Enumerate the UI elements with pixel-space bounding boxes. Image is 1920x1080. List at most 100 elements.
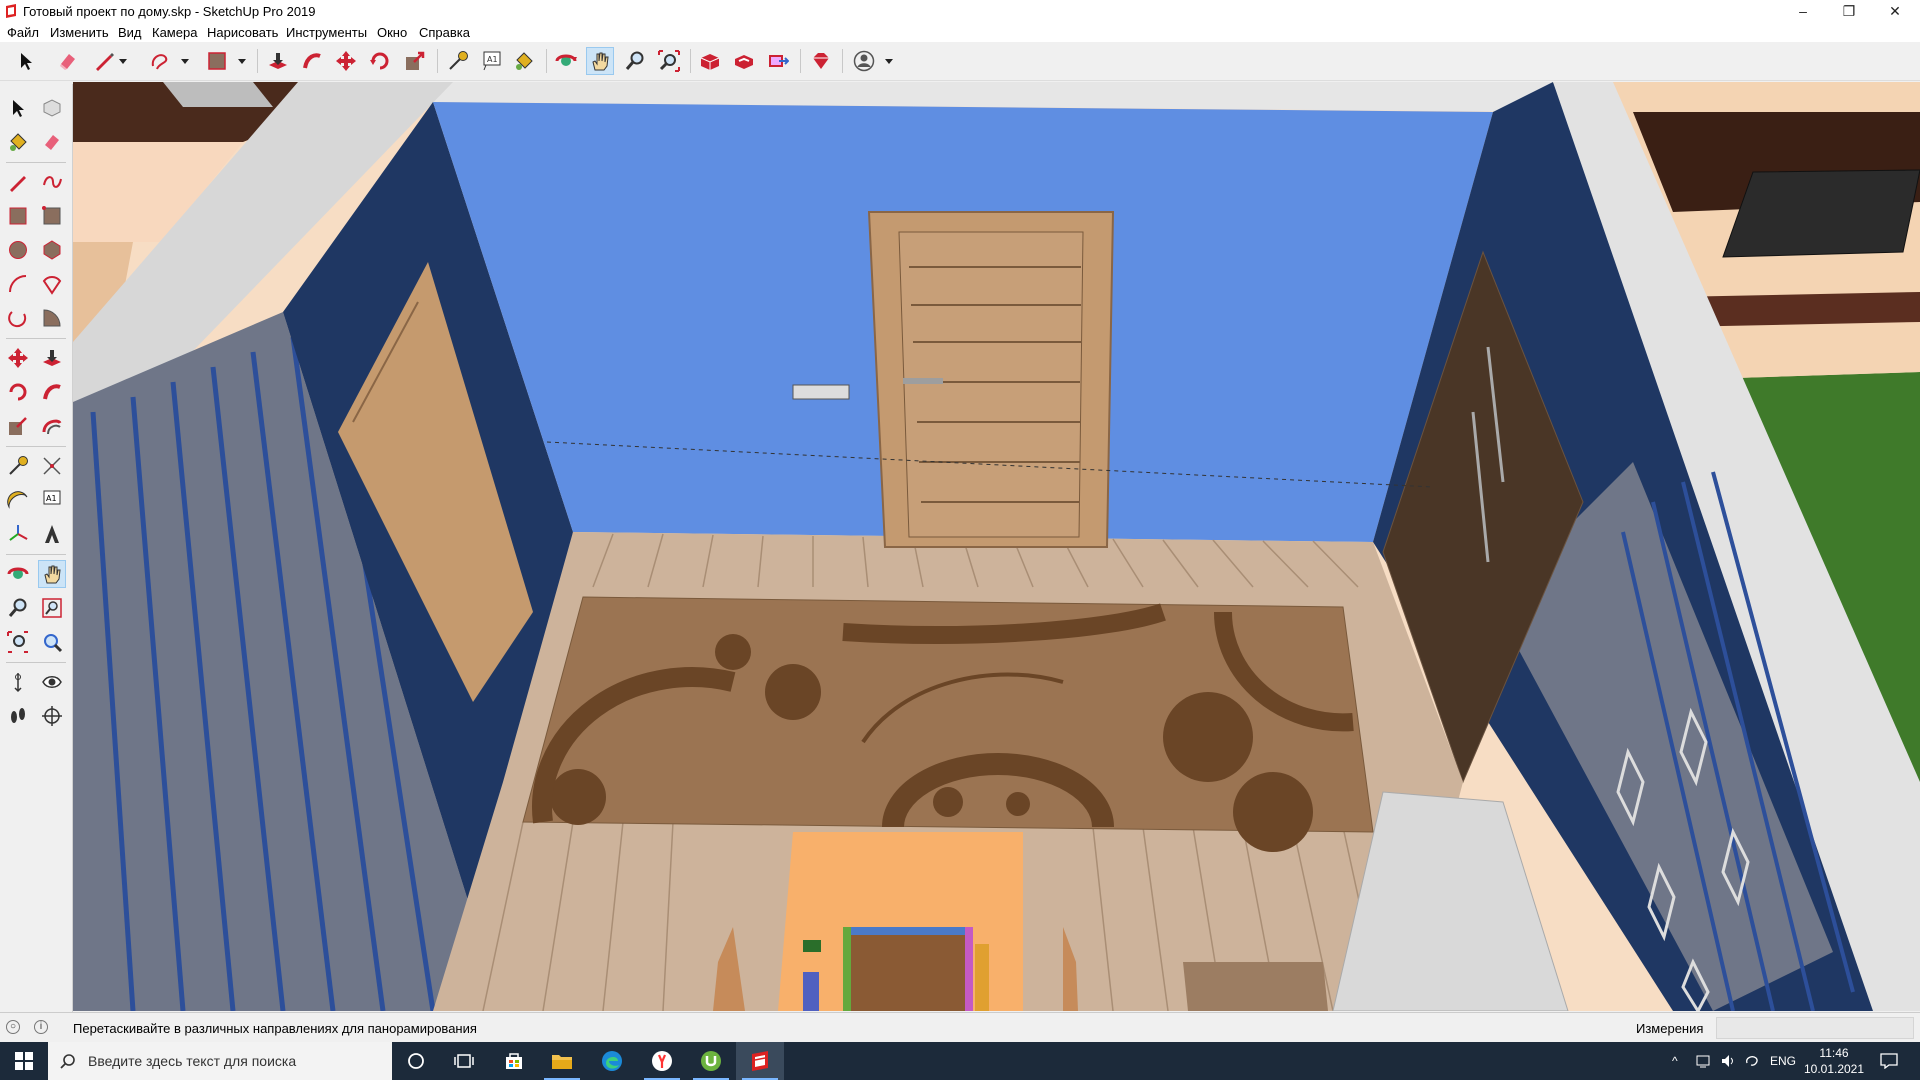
component-icon[interactable] xyxy=(38,94,66,122)
store-icon[interactable] xyxy=(490,1042,538,1080)
text-icon[interactable]: A1 xyxy=(478,47,506,75)
tray-overflow-icon[interactable]: ^ xyxy=(1672,1054,1678,1068)
notifications-icon[interactable] xyxy=(1880,1053,1898,1069)
eraser-icon[interactable] xyxy=(54,47,82,75)
taskbar-search[interactable]: Введите здесь текст для поиска xyxy=(48,1042,392,1080)
language-switch-icon[interactable] xyxy=(1744,1054,1760,1068)
utorrent-icon[interactable] xyxy=(687,1042,735,1080)
zoom-extents-icon[interactable] xyxy=(4,628,32,656)
cortana-icon[interactable] xyxy=(392,1042,440,1080)
toolbar-separator xyxy=(257,49,258,73)
zoom-extents-icon[interactable] xyxy=(655,47,683,75)
protractor-icon[interactable] xyxy=(4,486,32,514)
dropdown-icon[interactable] xyxy=(178,47,192,75)
pan-icon[interactable] xyxy=(38,560,66,588)
paint-bucket-icon[interactable] xyxy=(510,47,538,75)
info-icon[interactable]: i xyxy=(34,1020,48,1034)
extension-warehouse-icon[interactable] xyxy=(730,47,758,75)
yandex-browser-icon[interactable] xyxy=(638,1042,686,1080)
menu-view[interactable]: Вид xyxy=(118,25,142,40)
scale-icon[interactable] xyxy=(4,412,32,440)
select-arrow-icon[interactable] xyxy=(12,47,40,75)
edge-icon[interactable] xyxy=(588,1042,636,1080)
rotate-icon[interactable] xyxy=(366,47,394,75)
tape-measure-icon[interactable] xyxy=(444,47,472,75)
freehand-shape-icon[interactable] xyxy=(146,47,174,75)
pencil-line-icon[interactable] xyxy=(90,47,118,75)
system-clock[interactable]: 11:46 10.01.2021 xyxy=(1798,1045,1870,1077)
walk-icon[interactable] xyxy=(4,702,32,730)
toolbar-separator xyxy=(437,49,438,73)
3d-text-icon[interactable] xyxy=(38,520,66,548)
scale-icon[interactable] xyxy=(401,47,429,75)
palette-separator xyxy=(6,338,66,339)
send-to-layout-icon[interactable] xyxy=(764,47,792,75)
offset-icon[interactable] xyxy=(38,412,66,440)
freehand-icon[interactable] xyxy=(38,168,66,196)
arc-icon[interactable] xyxy=(4,270,32,298)
minimize-button[interactable]: – xyxy=(1780,0,1826,22)
network-icon[interactable] xyxy=(1696,1054,1712,1068)
look-around-icon[interactable] xyxy=(38,668,66,696)
pie-icon[interactable] xyxy=(38,304,66,332)
rectangle-icon[interactable] xyxy=(4,202,32,230)
pan-hand-icon[interactable] xyxy=(586,47,614,75)
clock-time: 11:46 xyxy=(1819,1046,1849,1060)
menu-help[interactable]: Справка xyxy=(419,25,470,40)
menu-draw[interactable]: Нарисовать xyxy=(207,25,278,40)
language-indicator[interactable]: ENG xyxy=(1770,1054,1796,1068)
previous-view-icon[interactable] xyxy=(38,628,66,656)
rotated-rectangle-icon[interactable] xyxy=(38,202,66,230)
zoom-icon[interactable] xyxy=(4,594,32,622)
push-pull-icon[interactable] xyxy=(264,47,292,75)
menu-file[interactable]: Файл xyxy=(7,25,39,40)
dimension-icon[interactable] xyxy=(38,452,66,480)
dropdown-icon[interactable] xyxy=(235,47,249,75)
pencil-icon[interactable] xyxy=(4,168,32,196)
model-viewport[interactable] xyxy=(73,82,1920,1011)
task-view-icon[interactable] xyxy=(440,1042,488,1080)
start-button[interactable] xyxy=(0,1042,48,1080)
menu-camera[interactable]: Камера xyxy=(152,25,197,40)
rectangle-icon[interactable] xyxy=(203,47,231,75)
move-icon[interactable] xyxy=(332,47,360,75)
dropdown-icon[interactable] xyxy=(116,47,130,75)
orbit-icon[interactable] xyxy=(4,560,32,588)
follow-me-icon[interactable] xyxy=(298,47,326,75)
zoom-window-icon[interactable] xyxy=(38,594,66,622)
menu-tools[interactable]: Инструменты xyxy=(286,25,367,40)
tape-measure-icon[interactable] xyxy=(4,452,32,480)
orbit-icon[interactable] xyxy=(552,47,580,75)
paint-bucket-icon[interactable] xyxy=(4,128,32,156)
file-explorer-icon[interactable] xyxy=(538,1042,586,1080)
account-icon[interactable] xyxy=(850,47,878,75)
maximize-button[interactable]: ❐ xyxy=(1826,0,1872,22)
menu-window[interactable]: Окно xyxy=(377,25,407,40)
section-plane-icon[interactable] xyxy=(38,702,66,730)
sketchup-icon[interactable] xyxy=(736,1042,784,1080)
rotate-icon[interactable] xyxy=(4,378,32,406)
menu-edit[interactable]: Изменить xyxy=(50,25,109,40)
move-icon[interactable] xyxy=(4,344,32,372)
position-camera-icon[interactable] xyxy=(4,668,32,696)
extension-manager-icon[interactable] xyxy=(807,47,835,75)
polygon-icon[interactable] xyxy=(38,236,66,264)
close-button[interactable]: ✕ xyxy=(1872,0,1918,22)
axes-icon[interactable] xyxy=(4,520,32,548)
two-point-arc-icon[interactable] xyxy=(38,270,66,298)
push-pull-icon[interactable] xyxy=(38,344,66,372)
circle-icon[interactable] xyxy=(4,236,32,264)
door-handle xyxy=(903,378,943,384)
three-point-arc-icon[interactable] xyxy=(4,304,32,332)
measurements-input[interactable] xyxy=(1716,1017,1914,1039)
eraser-icon[interactable] xyxy=(38,128,66,156)
select-icon[interactable] xyxy=(4,94,32,122)
text-icon[interactable]: A1 xyxy=(38,486,66,514)
model-scene xyxy=(73,82,1920,1011)
volume-icon[interactable] xyxy=(1720,1054,1736,1068)
follow-me-icon[interactable] xyxy=(38,378,66,406)
geo-location-icon[interactable]: ○ xyxy=(6,1020,20,1034)
zoom-icon[interactable] xyxy=(621,47,649,75)
dropdown-icon[interactable] xyxy=(882,47,896,75)
3d-warehouse-icon[interactable] xyxy=(696,47,724,75)
